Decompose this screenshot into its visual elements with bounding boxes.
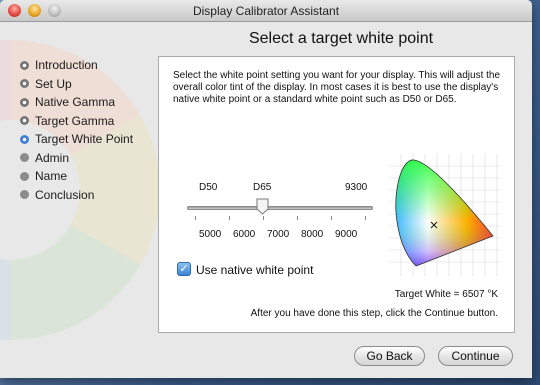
step-label: Conclusion [35, 187, 95, 202]
continue-button[interactable]: Continue [438, 346, 513, 366]
slider-tick [297, 216, 298, 220]
description-text: Select the white point setting you want … [173, 70, 501, 105]
step-admin: Admin [20, 149, 133, 168]
scale-label: 8000 [301, 229, 324, 240]
go-back-button[interactable]: Go Back [354, 346, 425, 366]
step-label: Set Up [35, 76, 72, 91]
content-panel: Select the white point setting you want … [158, 56, 515, 333]
step-done-icon [20, 116, 29, 126]
step-done-icon [20, 97, 29, 107]
step-pending-icon [20, 171, 29, 181]
step-done-icon [20, 79, 29, 89]
native-white-point-checkbox[interactable]: ✓ [177, 262, 191, 276]
slider-tick [195, 216, 196, 220]
preset-d50[interactable]: D50 [199, 182, 217, 193]
chromaticity-diagram-icon [389, 154, 500, 276]
preset-d65[interactable]: D65 [253, 182, 271, 193]
slider-thumb[interactable] [256, 198, 269, 215]
step-pending-icon [20, 153, 29, 163]
step-introduction: Introduction [20, 56, 133, 75]
step-native-gamma: Native Gamma [20, 93, 133, 112]
target-white-readout: Target White = 6507 °K [394, 289, 498, 300]
slider-tick [263, 216, 264, 220]
scale-label: 7000 [267, 229, 290, 240]
scale-label: 9000 [335, 229, 358, 240]
title-bar[interactable]: Display Calibrator Assistant [0, 0, 532, 22]
step-list: Introduction Set Up Native Gamma Target … [20, 56, 133, 204]
step-label: Target Gamma [35, 113, 115, 128]
preset-9300[interactable]: 9300 [345, 182, 367, 193]
step-conclusion: Conclusion [20, 186, 133, 205]
step-pending-icon [20, 190, 29, 200]
instruction-text: After you have done this step, click the… [250, 308, 498, 319]
slider-tick [365, 216, 366, 220]
window-title: Display Calibrator Assistant [192, 4, 340, 18]
step-done-icon [20, 60, 29, 70]
page-title: Select a target white point [248, 30, 434, 47]
step-label: Admin [35, 150, 70, 165]
step-label: Target White Point [35, 132, 134, 147]
step-name: Name [20, 167, 133, 186]
step-target-gamma: Target Gamma [20, 112, 133, 131]
scale-label: 6000 [233, 229, 256, 240]
white-point-slider-track[interactable] [187, 206, 373, 210]
slider-tick [229, 216, 230, 220]
step-label: Introduction [35, 58, 98, 73]
step-current-icon [20, 134, 29, 144]
step-set-up: Set Up [20, 75, 133, 94]
step-label: Name [35, 169, 68, 184]
slider-tick [331, 216, 332, 220]
step-target-white-point: Target White Point [20, 130, 133, 149]
calibrator-window: Display Calibrator Assistant Select a ta… [0, 0, 532, 378]
native-white-point-label[interactable]: Use native white point [196, 263, 313, 277]
scale-label: 5000 [199, 229, 222, 240]
step-label: Native Gamma [35, 95, 116, 110]
